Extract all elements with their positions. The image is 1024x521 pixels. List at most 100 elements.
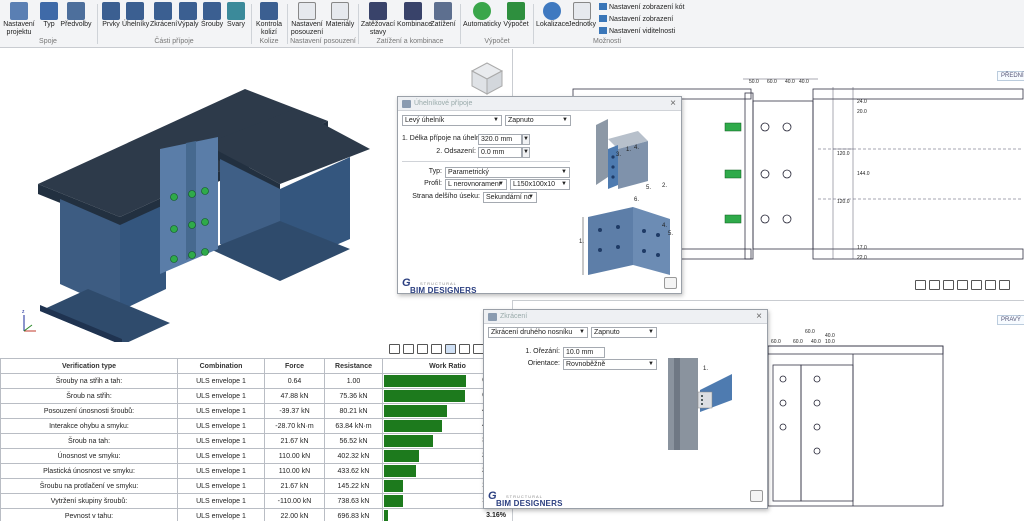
front-settings-icon[interactable] [999, 280, 1010, 290]
dialog-copy-button[interactable] [750, 490, 763, 502]
front-print-icon[interactable] [915, 280, 926, 290]
cell-verification-type: Vytržení skupiny šroubů: [0, 493, 178, 509]
cell-verification-type: Šroubu na protlačení ve smyku: [0, 478, 178, 494]
angle-side-select[interactable]: Levý úhelník ▼ [402, 115, 502, 126]
angles-button[interactable]: Úhelníky [122, 2, 149, 29]
shortening-orientation-select[interactable]: Rovnoběžně ▼ [563, 359, 657, 370]
cell-combination: ULS envelope 1 [177, 373, 265, 389]
table-row[interactable]: Posouzení únosnosti šroubů: ULS envelope … [0, 403, 512, 419]
calculate-button[interactable]: Výpočet [502, 2, 530, 29]
cutouts-button[interactable]: Výpaly [177, 2, 199, 29]
angle-dialog-titlebar[interactable]: Úhelníkové přípoje × [398, 97, 681, 111]
cell-combination: ULS envelope 1 [177, 478, 265, 494]
cell-combination: ULS envelope 1 [177, 508, 265, 521]
front-zoom-icon[interactable] [943, 280, 954, 290]
cell-force: 21.67 kN [264, 433, 325, 449]
loads-button[interactable]: Zatížení [430, 2, 456, 29]
table-row[interactable]: Šrouby na střih a tah: ULS envelope 1 0.64… [0, 373, 512, 389]
export-icon[interactable] [403, 344, 414, 354]
presets-button[interactable]: Předvolby [60, 2, 92, 29]
cell-verification-type: Únosnost ve smyku: [0, 448, 178, 464]
table-row[interactable]: Vytržení skupiny šroubů: ULS envelope 1 -1… [0, 493, 512, 509]
angle-longer-side-select[interactable]: Sekundární nc ▼ [483, 192, 537, 203]
angle-size-select[interactable]: L150x100x10 ▼ [510, 179, 570, 190]
col-verification-type[interactable]: Verification type [0, 358, 178, 374]
angle-profile-select[interactable]: L nerovnoramenr ▼ [445, 179, 507, 190]
cell-force: 47.88 kN [264, 388, 325, 404]
close-icon[interactable]: × [670, 98, 676, 109]
bolts-button[interactable]: Šrouby [201, 2, 223, 29]
cell-work-ratio: 3.16% [382, 508, 512, 521]
angle-offset-dropdown[interactable]: ▼ [522, 147, 530, 158]
load-cases-icon [369, 2, 387, 20]
table-row[interactable]: Interakce ohybu a smyku: ULS envelope 1 -2… [0, 418, 512, 434]
welds-button[interactable]: Svary [225, 2, 247, 29]
ribbon-group-loads-combinations: Zatížení a kombinace [376, 38, 444, 45]
cell-force: 21.67 kN [264, 478, 325, 494]
angle-state-select[interactable]: Zapnuto ▼ [505, 115, 571, 126]
ribbon-group-calculation: Výpočet [484, 38, 510, 45]
front-export-icon[interactable] [929, 280, 940, 290]
load-cases-button[interactable]: Zatěžovací stavy [360, 2, 396, 37]
localization-button[interactable]: Lokalizace [536, 2, 569, 29]
shortening-state-select[interactable]: Zapnuto ▼ [591, 327, 657, 338]
app-icon [402, 100, 411, 108]
shortening-icon [154, 2, 172, 20]
check-settings-icon [298, 2, 316, 20]
view-top-icon[interactable] [459, 344, 470, 354]
table-row[interactable]: Pevnost v tahu: ULS envelope 1 22.00 kN 696… [0, 508, 512, 521]
combinations-button[interactable]: Kombinace [397, 2, 432, 29]
collision-check-button[interactable]: Kontrola kolizí [254, 2, 284, 37]
col-resistance[interactable]: Resistance [324, 358, 383, 374]
cell-verification-type: Plastická únosnost ve smyku: [0, 463, 178, 479]
cutouts-icon [179, 2, 197, 20]
view-cube[interactable] [470, 62, 504, 95]
shortening-button[interactable]: Zkrácení [150, 2, 177, 29]
angle-length-input[interactable]: 320.0 mm [478, 134, 522, 145]
print-icon[interactable] [389, 344, 400, 354]
front-dimensions-icon[interactable] [985, 280, 996, 290]
table-row[interactable]: Plastická únosnost ve smyku: ULS envelope… [0, 463, 512, 479]
ribbon: Nastavení projektu Typ Předvolby Prvky Ú… [0, 0, 1024, 48]
front-fit-icon[interactable] [957, 280, 968, 290]
table-row[interactable]: Únosnost ve smyku: ULS envelope 1 110.00 k… [0, 448, 512, 464]
collision-check-icon [260, 2, 278, 20]
visibility-settings-option[interactable]: Nastavení viditelnosti [599, 27, 675, 36]
display-settings-option[interactable]: Nastavení zobrazení [599, 15, 673, 24]
close-icon[interactable]: × [756, 311, 762, 322]
shortening-dialog: Zkrácení × Zkrácení druhého nosníku ▼ Zap… [483, 309, 768, 509]
front-layers-icon[interactable] [971, 280, 982, 290]
view-3d-icon[interactable] [445, 344, 456, 354]
dimension-display-settings-option[interactable]: Nastavení zobrazení kót [599, 3, 685, 12]
bolt-heads [724, 122, 742, 224]
table-row[interactable]: Šroub na střih: ULS envelope 1 47.88 kN 75.… [0, 388, 512, 404]
dialog-copy-button[interactable] [664, 277, 677, 289]
units-button[interactable]: Jednotky [568, 2, 596, 29]
col-force[interactable]: Force [264, 358, 325, 374]
shortening-cut-input[interactable]: 10.0 mm [563, 347, 605, 358]
ribbon-group-check-settings: Nastavení posouzení [290, 38, 356, 45]
members-icon [102, 2, 120, 20]
angle-length-dropdown[interactable]: ▼ [522, 134, 530, 145]
materials-button[interactable]: Materiály [325, 2, 355, 29]
cell-resistance: 402.32 kN [324, 448, 383, 464]
chevron-down-icon: ▼ [493, 117, 499, 123]
angle-type-select[interactable]: Parametrický ▼ [445, 167, 570, 178]
zoom-extents-icon[interactable] [417, 344, 428, 354]
shortening-dialog-titlebar[interactable]: Zkrácení × [484, 310, 767, 324]
right-view-label: PRAVÝ [997, 315, 1024, 325]
render-mode-icon[interactable] [431, 344, 442, 354]
table-row[interactable]: Šroub na tah: ULS envelope 1 21.67 kN 56.52… [0, 433, 512, 449]
col-combination[interactable]: Combination [177, 358, 265, 374]
members-button[interactable]: Prvky [101, 2, 121, 29]
angle-diagram [582, 119, 670, 275]
check-settings-button[interactable]: Nastavení posouzení [290, 2, 324, 37]
table-row[interactable]: Šroubu na protlačení ve smyku: ULS envelo… [0, 478, 512, 494]
auto-button[interactable]: Automaticky [463, 2, 501, 29]
cell-resistance: 696.83 kN [324, 508, 383, 521]
type-button[interactable]: Typ [39, 2, 59, 29]
cell-verification-type: Posouzení únosnosti šroubů: [0, 403, 178, 419]
project-settings-button[interactable]: Nastavení projektu [3, 2, 35, 37]
angle-offset-input[interactable]: 0.0 mm [478, 147, 522, 158]
shortening-member-select[interactable]: Zkrácení druhého nosníku ▼ [488, 327, 588, 338]
